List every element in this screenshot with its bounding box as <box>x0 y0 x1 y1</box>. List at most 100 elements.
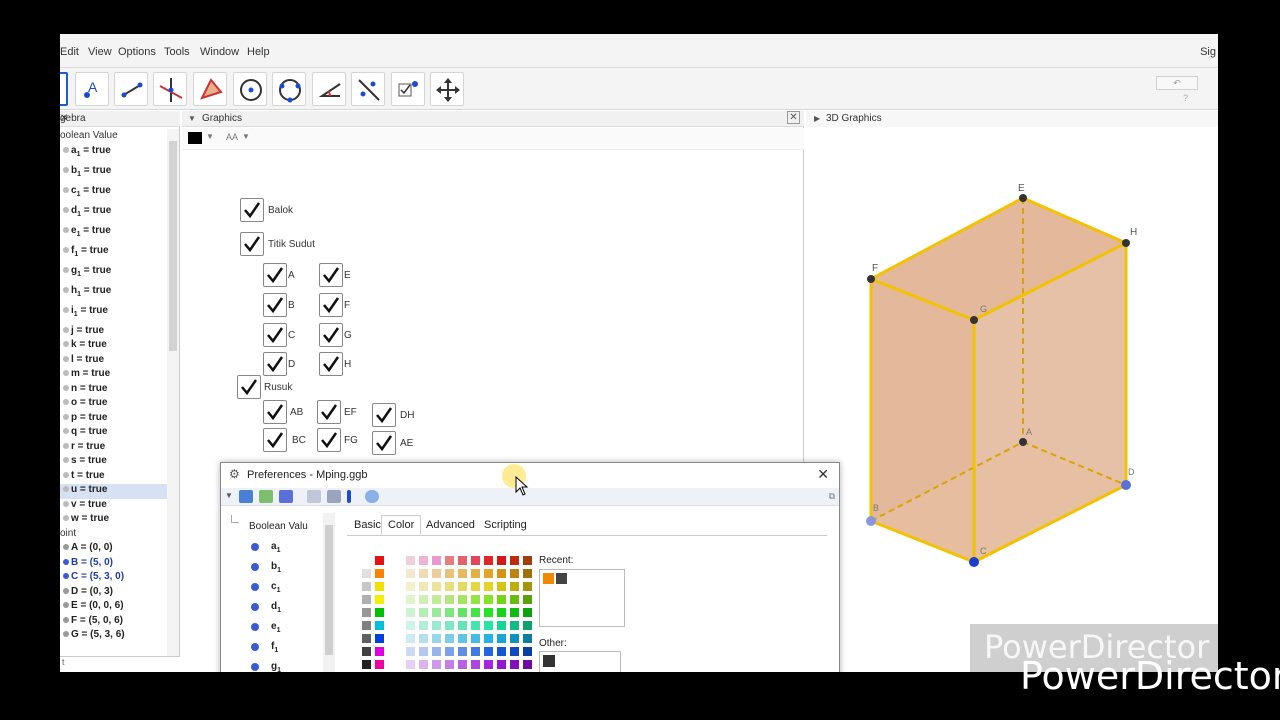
color-swatch[interactable] <box>522 581 533 592</box>
algebra-point-row[interactable]: A = (0, 0) <box>60 542 168 557</box>
objects-settings-icon[interactable] <box>259 490 273 503</box>
menu-view[interactable]: View <box>88 46 112 58</box>
color-swatch[interactable] <box>405 568 416 579</box>
color-swatch[interactable] <box>374 607 385 618</box>
vertex-c[interactable] <box>969 557 979 567</box>
color-swatch[interactable] <box>418 646 429 657</box>
color-swatch[interactable] <box>470 607 481 618</box>
color-swatch[interactable] <box>431 633 442 644</box>
tree-group-boolean[interactable]: Boolean Valu <box>249 521 308 532</box>
algebra-row[interactable]: b1 = true <box>60 165 168 185</box>
color-swatch[interactable] <box>470 581 481 592</box>
algebra-point-row[interactable]: B = (5, 0) <box>60 557 168 572</box>
color-swatch[interactable] <box>374 555 385 566</box>
color-swatch[interactable] <box>496 633 507 644</box>
color-swatch[interactable] <box>457 633 468 644</box>
color-swatch[interactable] <box>418 607 429 618</box>
color-swatch[interactable] <box>522 620 533 631</box>
color-swatch[interactable] <box>483 659 494 670</box>
dock-icon[interactable]: ⧉ <box>829 491 835 502</box>
tree-item[interactable]: e1 <box>251 621 311 635</box>
color-swatch[interactable] <box>470 555 481 566</box>
move-graphics-tool-button[interactable] <box>430 72 464 106</box>
color-swatch[interactable] <box>509 581 520 592</box>
color-swatch[interactable] <box>405 594 416 605</box>
visibility-dot-icon[interactable] <box>63 428 69 435</box>
color-swatch[interactable] <box>444 568 455 579</box>
algebra-row[interactable]: u = true <box>60 484 168 499</box>
color-swatch[interactable] <box>522 659 533 670</box>
visibility-dot-icon[interactable] <box>63 306 69 313</box>
tree-item[interactable]: d1 <box>251 601 311 615</box>
checkbox-fg[interactable] <box>317 428 341 452</box>
color-swatch[interactable] <box>496 607 507 618</box>
color-swatch[interactable] <box>483 581 494 592</box>
color-swatch[interactable] <box>188 132 202 144</box>
color-swatch[interactable] <box>405 581 416 592</box>
visibility-dot-icon[interactable] <box>63 558 69 565</box>
color-swatch[interactable] <box>431 594 442 605</box>
color-swatch[interactable] <box>431 659 442 670</box>
color-swatch[interactable] <box>431 620 442 631</box>
algebra-row[interactable]: w = true <box>60 513 168 528</box>
visibility-dot-icon[interactable] <box>63 544 69 551</box>
color-swatch[interactable] <box>374 620 385 631</box>
color-swatch[interactable] <box>418 581 429 592</box>
color-swatch[interactable] <box>509 607 520 618</box>
color-swatch[interactable] <box>431 581 442 592</box>
color-swatch[interactable] <box>431 568 442 579</box>
color-swatch[interactable] <box>509 659 520 670</box>
other-colors-grid[interactable] <box>539 651 621 672</box>
visibility-dot-icon[interactable] <box>63 326 69 333</box>
color-swatch[interactable] <box>361 555 372 566</box>
visibility-dot-icon[interactable] <box>63 266 69 273</box>
circle-three-points-tool-button[interactable] <box>272 72 306 106</box>
visibility-dot-icon[interactable] <box>63 355 69 362</box>
color-swatch[interactable] <box>361 594 372 605</box>
color-swatch[interactable] <box>457 659 468 670</box>
sign-in-link[interactable]: Sig <box>1200 46 1216 58</box>
cas-settings-icon[interactable] <box>327 490 341 503</box>
color-swatch[interactable] <box>374 633 385 644</box>
color-swatch[interactable] <box>361 568 372 579</box>
tab-advanced[interactable]: Advanced <box>419 515 482 535</box>
color-swatch[interactable] <box>431 607 442 618</box>
color-swatch[interactable] <box>483 620 494 631</box>
algebra-row[interactable]: r = true <box>60 441 168 456</box>
algebra-row[interactable]: c1 = true <box>60 185 168 205</box>
graphics-settings-icon[interactable] <box>239 490 253 503</box>
color-swatch[interactable] <box>374 594 385 605</box>
tree-item[interactable]: g1 <box>251 661 311 672</box>
vertex-e[interactable] <box>1019 194 1027 202</box>
visibility-dot-icon[interactable] <box>63 573 69 580</box>
close-dialog-button[interactable]: ✕ <box>817 466 829 483</box>
color-swatch[interactable] <box>361 620 372 631</box>
color-swatch[interactable] <box>431 646 442 657</box>
collapse-triangle-icon[interactable]: ▼ <box>225 491 233 500</box>
text-size-icon[interactable]: AA <box>226 132 238 142</box>
tree-item[interactable]: b1 <box>251 561 311 575</box>
color-swatch[interactable] <box>418 568 429 579</box>
algebra-row[interactable]: f1 = true <box>60 245 168 265</box>
color-swatch[interactable] <box>483 607 494 618</box>
algebra-settings-icon[interactable] <box>347 490 351 503</box>
algebra-row[interactable]: i1 = true <box>60 305 168 325</box>
color-swatch[interactable] <box>444 646 455 657</box>
checkbox-dh[interactable] <box>372 403 396 427</box>
color-swatch[interactable] <box>374 646 385 657</box>
visibility-dot-icon[interactable] <box>63 286 69 293</box>
collapse-triangle-icon[interactable]: ▼ <box>188 114 196 123</box>
visibility-dot-icon[interactable] <box>63 471 69 478</box>
algebra-row[interactable]: p = true <box>60 412 168 427</box>
vertex-a[interactable] <box>1019 438 1027 446</box>
checkbox-g[interactable] <box>319 323 343 347</box>
algebra-row[interactable]: a1 = true <box>60 145 168 165</box>
visibility-dot-icon[interactable] <box>63 166 69 173</box>
color-swatch[interactable] <box>483 594 494 605</box>
point-tool-button[interactable]: A <box>75 72 109 106</box>
color-swatch[interactable] <box>405 620 416 631</box>
algebra-row[interactable]: h1 = true <box>60 285 168 305</box>
visibility-dot-icon[interactable] <box>63 399 69 406</box>
algebra-point-row[interactable]: D = (0, 3) <box>60 586 168 601</box>
algebra-row[interactable]: g1 = true <box>60 265 168 285</box>
